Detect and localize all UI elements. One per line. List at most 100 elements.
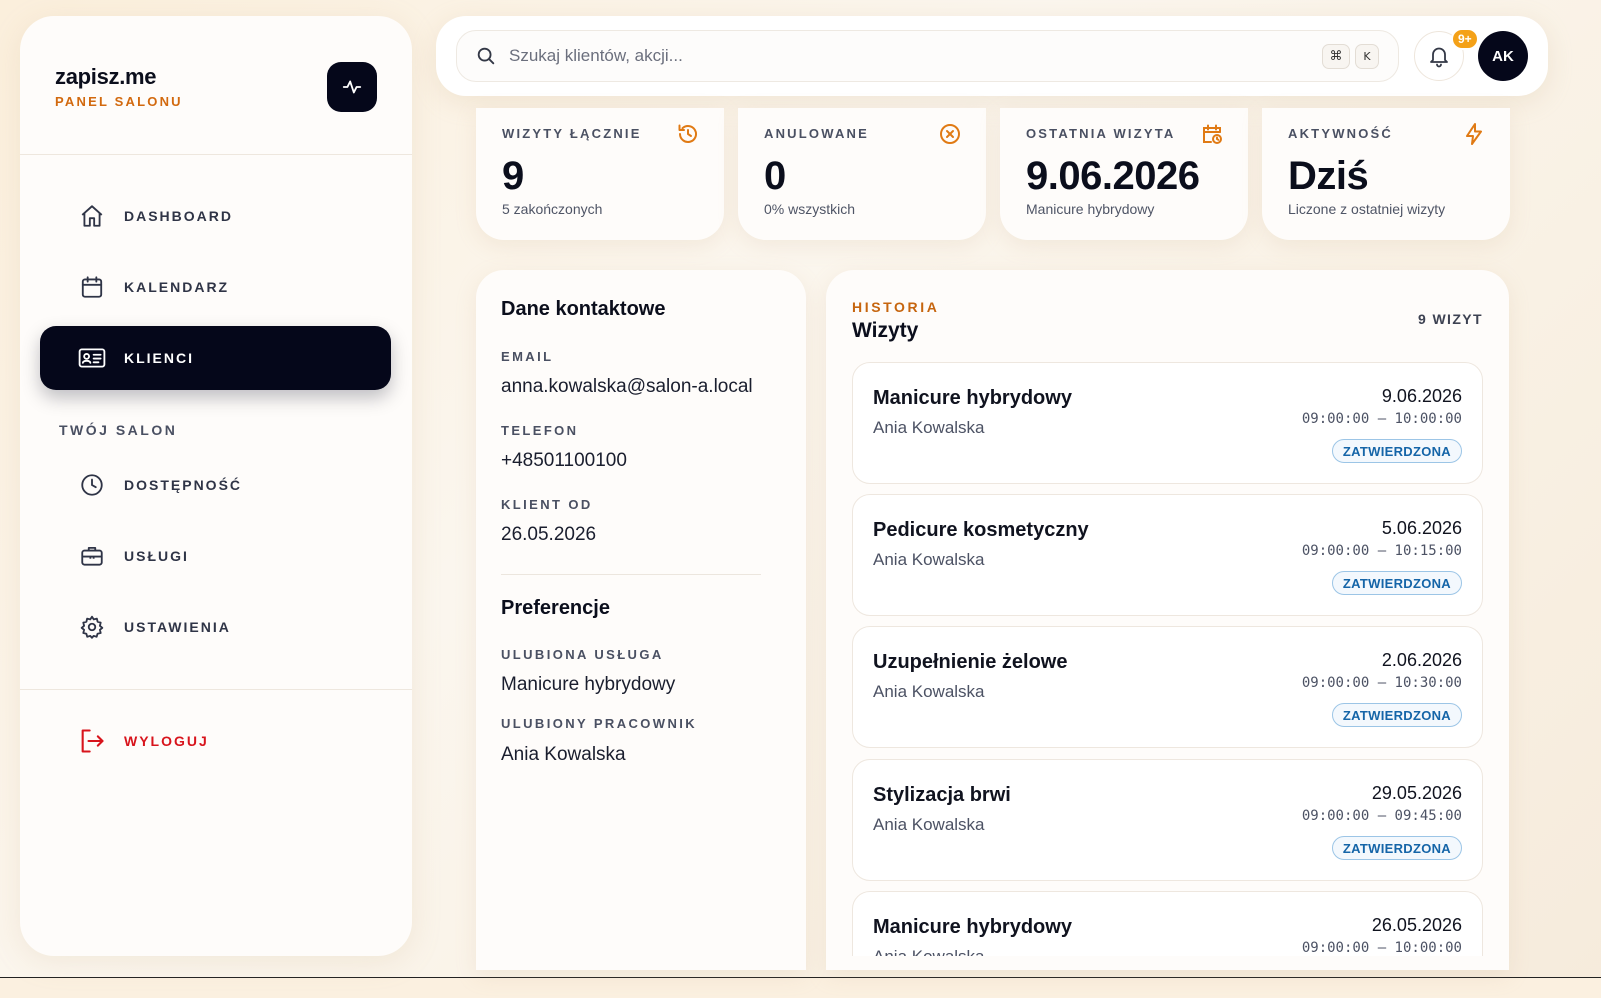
client-since-label: KLIENT OD — [501, 497, 593, 512]
visit-date: 29.05.2026 — [1371, 783, 1462, 803]
sidebar-item-label: USTAWIENIA — [124, 619, 231, 635]
visit-time: 09:00:00 – 10:15:00 — [1301, 543, 1462, 559]
search-icon — [477, 47, 495, 65]
sidebar-item-availability[interactable]: DOSTĘPNOŚĆ — [40, 453, 391, 517]
stat-subtext: Manicure hybrydowy — [1026, 201, 1155, 217]
visit-time: 09:00:00 – 10:00:00 — [1301, 940, 1462, 956]
stat-value: 9.06.2026 — [1026, 154, 1200, 198]
calendar-icon — [78, 273, 106, 301]
stat-label: ANULOWANE — [764, 126, 870, 141]
preferences-title: Preferencje — [501, 597, 610, 619]
visit-item[interactable]: Manicure hybrydowy Ania Kowalska 9.06.20… — [852, 362, 1483, 484]
gear-icon — [78, 613, 106, 641]
sidebar-item-label: USŁUGI — [124, 548, 189, 564]
status-badge: ZATWIERDZONA — [1331, 703, 1462, 727]
favorite-service-value: Manicure hybrydowy — [501, 674, 676, 695]
search-box[interactable]: ⌘ K — [456, 30, 1399, 82]
logout-label: WYLOGUJ — [124, 733, 209, 749]
stat-subtext: 5 zakończonych — [502, 201, 603, 217]
stat-value: Dziś — [1288, 154, 1369, 198]
sidebar-item-clients[interactable]: KLIENCI — [40, 326, 391, 390]
section-label-salon: TWÓJ SALON — [59, 422, 178, 438]
visit-item[interactable]: Uzupełnienie żelowe Ania Kowalska 2.06.2… — [852, 626, 1483, 748]
visit-history-card: HISTORIA Wizyty 9 WIZYT Manicure hybrydo… — [826, 270, 1509, 970]
visit-item[interactable]: Pedicure kosmetyczny Ania Kowalska 5.06.… — [852, 494, 1483, 616]
visit-service: Pedicure kosmetyczny — [873, 519, 1089, 541]
visit-time: 09:00:00 – 10:00:00 — [1301, 411, 1462, 427]
bell-icon — [1430, 47, 1448, 68]
window-bottom-edge — [0, 977, 1601, 998]
visit-time: 09:00:00 – 10:30:00 — [1301, 675, 1462, 691]
visit-item[interactable]: Stylizacja brwi Ania Kowalska 29.05.2026… — [852, 759, 1483, 881]
cancel-icon — [940, 124, 960, 144]
sidebar-item-calendar[interactable]: KALENDARZ — [40, 255, 391, 319]
id-card-icon — [78, 344, 106, 372]
stat-value: 9 — [502, 154, 524, 198]
email-value[interactable]: anna.kowalska@salon-a.local — [501, 376, 753, 398]
visit-date: 2.06.2026 — [1381, 650, 1462, 670]
visit-service: Manicure hybrydowy — [873, 387, 1072, 409]
sidebar-divider — [20, 154, 412, 155]
stat-card-last-visit: OSTATNIA WIZYTA 9.06.2026 Manicure hybry… — [1000, 108, 1248, 240]
stat-subtext: 0% wszystkich — [764, 201, 856, 217]
contact-divider — [501, 574, 761, 575]
home-icon — [78, 202, 106, 230]
phone-label: TELEFON — [501, 423, 579, 438]
favorite-service-label: ULUBIONA USŁUGA — [501, 647, 664, 662]
sidebar-divider — [20, 689, 412, 690]
visit-employee: Ania Kowalska — [873, 815, 985, 834]
sidebar-item-label: DOSTĘPNOŚĆ — [124, 477, 243, 493]
avatar[interactable]: AK — [1478, 31, 1528, 81]
stat-value: 0 — [764, 154, 786, 198]
logout-icon — [78, 727, 106, 755]
history-icon — [678, 124, 697, 143]
stat-card-cancelled: ANULOWANE 0 0% wszystkich — [738, 108, 986, 240]
sidebar-item-dashboard[interactable]: DASHBOARD — [40, 184, 391, 248]
history-eyebrow: HISTORIA — [852, 299, 940, 315]
visit-employee: Ania Kowalska — [873, 418, 985, 437]
phone-value[interactable]: +48501100100 — [501, 450, 627, 472]
visit-employee: Ania Kowalska — [873, 682, 985, 701]
visit-item[interactable]: Manicure hybrydowy Ania Kowalska 26.05.2… — [852, 891, 1483, 956]
contact-title: Dane kontaktowe — [501, 298, 666, 320]
stat-card-activity: AKTYWNOŚĆ Dziś Liczone z ostatniej wizyt… — [1262, 108, 1510, 240]
logout-button[interactable]: WYLOGUJ — [40, 709, 391, 773]
sidebar-item-label: KALENDARZ — [124, 279, 230, 295]
stat-subtext: Liczone z ostatniej wizyty — [1288, 201, 1446, 217]
lightning-icon — [1466, 123, 1482, 145]
visit-service: Stylizacja brwi — [873, 784, 1011, 806]
sidebar-item-services[interactable]: USŁUGI — [40, 524, 391, 588]
stat-label: OSTATNIA WIZYTA — [1026, 126, 1176, 141]
activity-pulse-icon — [342, 80, 362, 94]
visit-employee: Ania Kowalska — [873, 947, 985, 956]
status-badge: ZATWIERDZONA — [1331, 439, 1462, 463]
visit-date: 5.06.2026 — [1381, 518, 1462, 538]
favorite-employee-value: Ania Kowalska — [501, 744, 626, 765]
visit-employee: Ania Kowalska — [873, 550, 985, 569]
client-since-value: 26.05.2026 — [501, 524, 597, 545]
sidebar: zapisz.me PANEL SALONU DASHBOARD KALENDA… — [20, 16, 412, 956]
stat-label: WIZYTY ŁĄCZNIE — [502, 126, 642, 141]
notifications-badge: 9+ — [1451, 28, 1479, 50]
sidebar-item-label: DASHBOARD — [124, 208, 233, 224]
status-badge: ZATWIERDZONA — [1331, 571, 1462, 595]
visit-date: 9.06.2026 — [1381, 386, 1462, 406]
stat-card-total-visits: WIZYTY ŁĄCZNIE 9 5 zakończonych — [476, 108, 724, 240]
visit-count: 9 WIZYT — [1417, 311, 1483, 327]
briefcase-icon — [78, 542, 106, 570]
stat-label: AKTYWNOŚĆ — [1288, 126, 1394, 141]
calendar-clock-icon — [1203, 124, 1222, 144]
visit-service: Uzupełnienie żelowe — [873, 651, 1068, 673]
status-badge: ZATWIERDZONA — [1331, 836, 1462, 860]
visit-history-scroll[interactable]: HISTORIA Wizyty 9 WIZYT Manicure hybrydo… — [826, 270, 1509, 956]
visit-service: Manicure hybrydowy — [873, 916, 1072, 938]
topbar: ⌘ K 9+ AK — [436, 16, 1548, 96]
clock-icon — [78, 471, 106, 499]
history-title: Wizyty — [852, 319, 919, 342]
activity-button[interactable] — [327, 62, 377, 112]
search-input[interactable] — [509, 46, 1269, 66]
sidebar-item-settings[interactable]: USTAWIENIA — [40, 595, 391, 659]
contact-card: Dane kontaktowe EMAIL anna.kowalska@salo… — [476, 270, 806, 970]
email-label: EMAIL — [501, 349, 554, 364]
sidebar-item-label: KLIENCI — [124, 350, 194, 366]
